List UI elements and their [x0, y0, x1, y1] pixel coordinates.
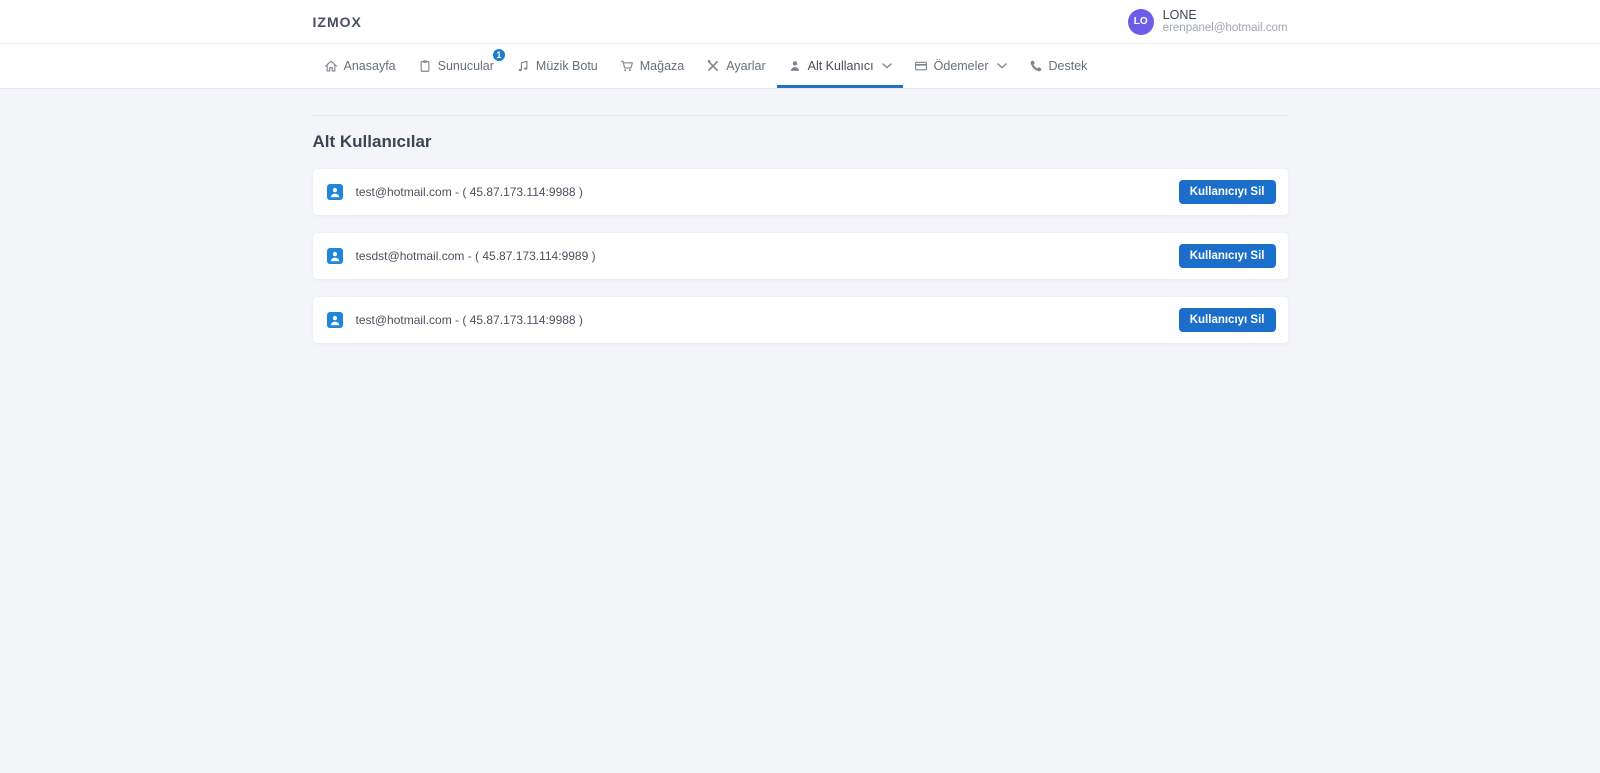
delete-subuser-button[interactable]: Kullanıcıyı Sil: [1179, 244, 1276, 268]
subuser-label: test@hotmail.com - ( 45.87.173.114:9988 …: [356, 313, 1179, 327]
nav-item-destek[interactable]: Destek: [1018, 44, 1099, 88]
home-icon: [324, 59, 338, 73]
user-id-icon: [327, 312, 343, 328]
nav-item-label: Ayarlar: [726, 59, 765, 73]
nav-item-label: Alt Kullanıcı: [808, 59, 874, 73]
divider: [313, 115, 1288, 116]
chevron-down-icon: [997, 63, 1007, 69]
nav-item-label: Sunucular: [438, 59, 494, 73]
clipboard-icon: [418, 59, 432, 73]
nav-item-label: Mağaza: [640, 59, 684, 73]
nav-item-magaza[interactable]: Mağaza: [609, 44, 695, 88]
nav-item-alt-kullanici[interactable]: Alt Kullanıcı: [777, 44, 903, 88]
delete-subuser-button[interactable]: Kullanıcıyı Sil: [1179, 180, 1276, 204]
credit-card-icon: [914, 59, 928, 73]
nav-item-odemeler[interactable]: Ödemeler: [903, 44, 1018, 88]
subuser-row: test@hotmail.com - ( 45.87.173.114:9988 …: [313, 169, 1288, 215]
page: IZMOX LO LONE erenpanel@hotmail.com Anas…: [0, 0, 1600, 773]
nav-item-label: Ödemeler: [934, 59, 989, 73]
user-email: erenpanel@hotmail.com: [1163, 22, 1288, 35]
music-note-icon: [516, 59, 530, 73]
subuser-row: test@hotmail.com - ( 45.87.173.114:9988 …: [313, 297, 1288, 343]
app-header: IZMOX LO LONE erenpanel@hotmail.com: [0, 0, 1600, 44]
subuser-label: test@hotmail.com - ( 45.87.173.114:9988 …: [356, 185, 1179, 199]
nav-item-label: Destek: [1049, 59, 1088, 73]
nav-item-sunucular[interactable]: Sunucular 1: [407, 44, 505, 88]
subuser-label: tesdst@hotmail.com - ( 45.87.173.114:998…: [356, 249, 1179, 263]
phone-icon: [1029, 59, 1043, 73]
main-nav: Anasayfa Sunucular 1 Müzik Botu Mağa: [0, 44, 1600, 89]
subuser-row: tesdst@hotmail.com - ( 45.87.173.114:998…: [313, 233, 1288, 279]
delete-subuser-button[interactable]: Kullanıcıyı Sil: [1179, 308, 1276, 332]
user-icon: [788, 59, 802, 73]
page-title: Alt Kullanıcılar: [313, 133, 1288, 150]
user-menu[interactable]: LO LONE erenpanel@hotmail.com: [1128, 8, 1288, 36]
nav-item-anasayfa[interactable]: Anasayfa: [313, 44, 407, 88]
nav-item-label: Anasayfa: [344, 59, 396, 73]
user-id-icon: [327, 248, 343, 264]
tools-icon: [706, 59, 720, 73]
nav-item-label: Müzik Botu: [536, 59, 598, 73]
nav-item-ayarlar[interactable]: Ayarlar: [695, 44, 776, 88]
notification-badge: 1: [492, 48, 506, 62]
shopping-cart-icon: [620, 59, 634, 73]
user-name: LONE: [1163, 8, 1288, 22]
app-logo[interactable]: IZMOX: [313, 14, 362, 30]
nav-item-muzik-botu[interactable]: Müzik Botu: [505, 44, 609, 88]
chevron-down-icon: [882, 63, 892, 69]
avatar[interactable]: LO: [1128, 9, 1154, 35]
main-content: Alt Kullanıcılar test@hotmail.com - ( 45…: [0, 89, 1600, 773]
user-id-icon: [327, 184, 343, 200]
user-info: LONE erenpanel@hotmail.com: [1163, 8, 1288, 36]
